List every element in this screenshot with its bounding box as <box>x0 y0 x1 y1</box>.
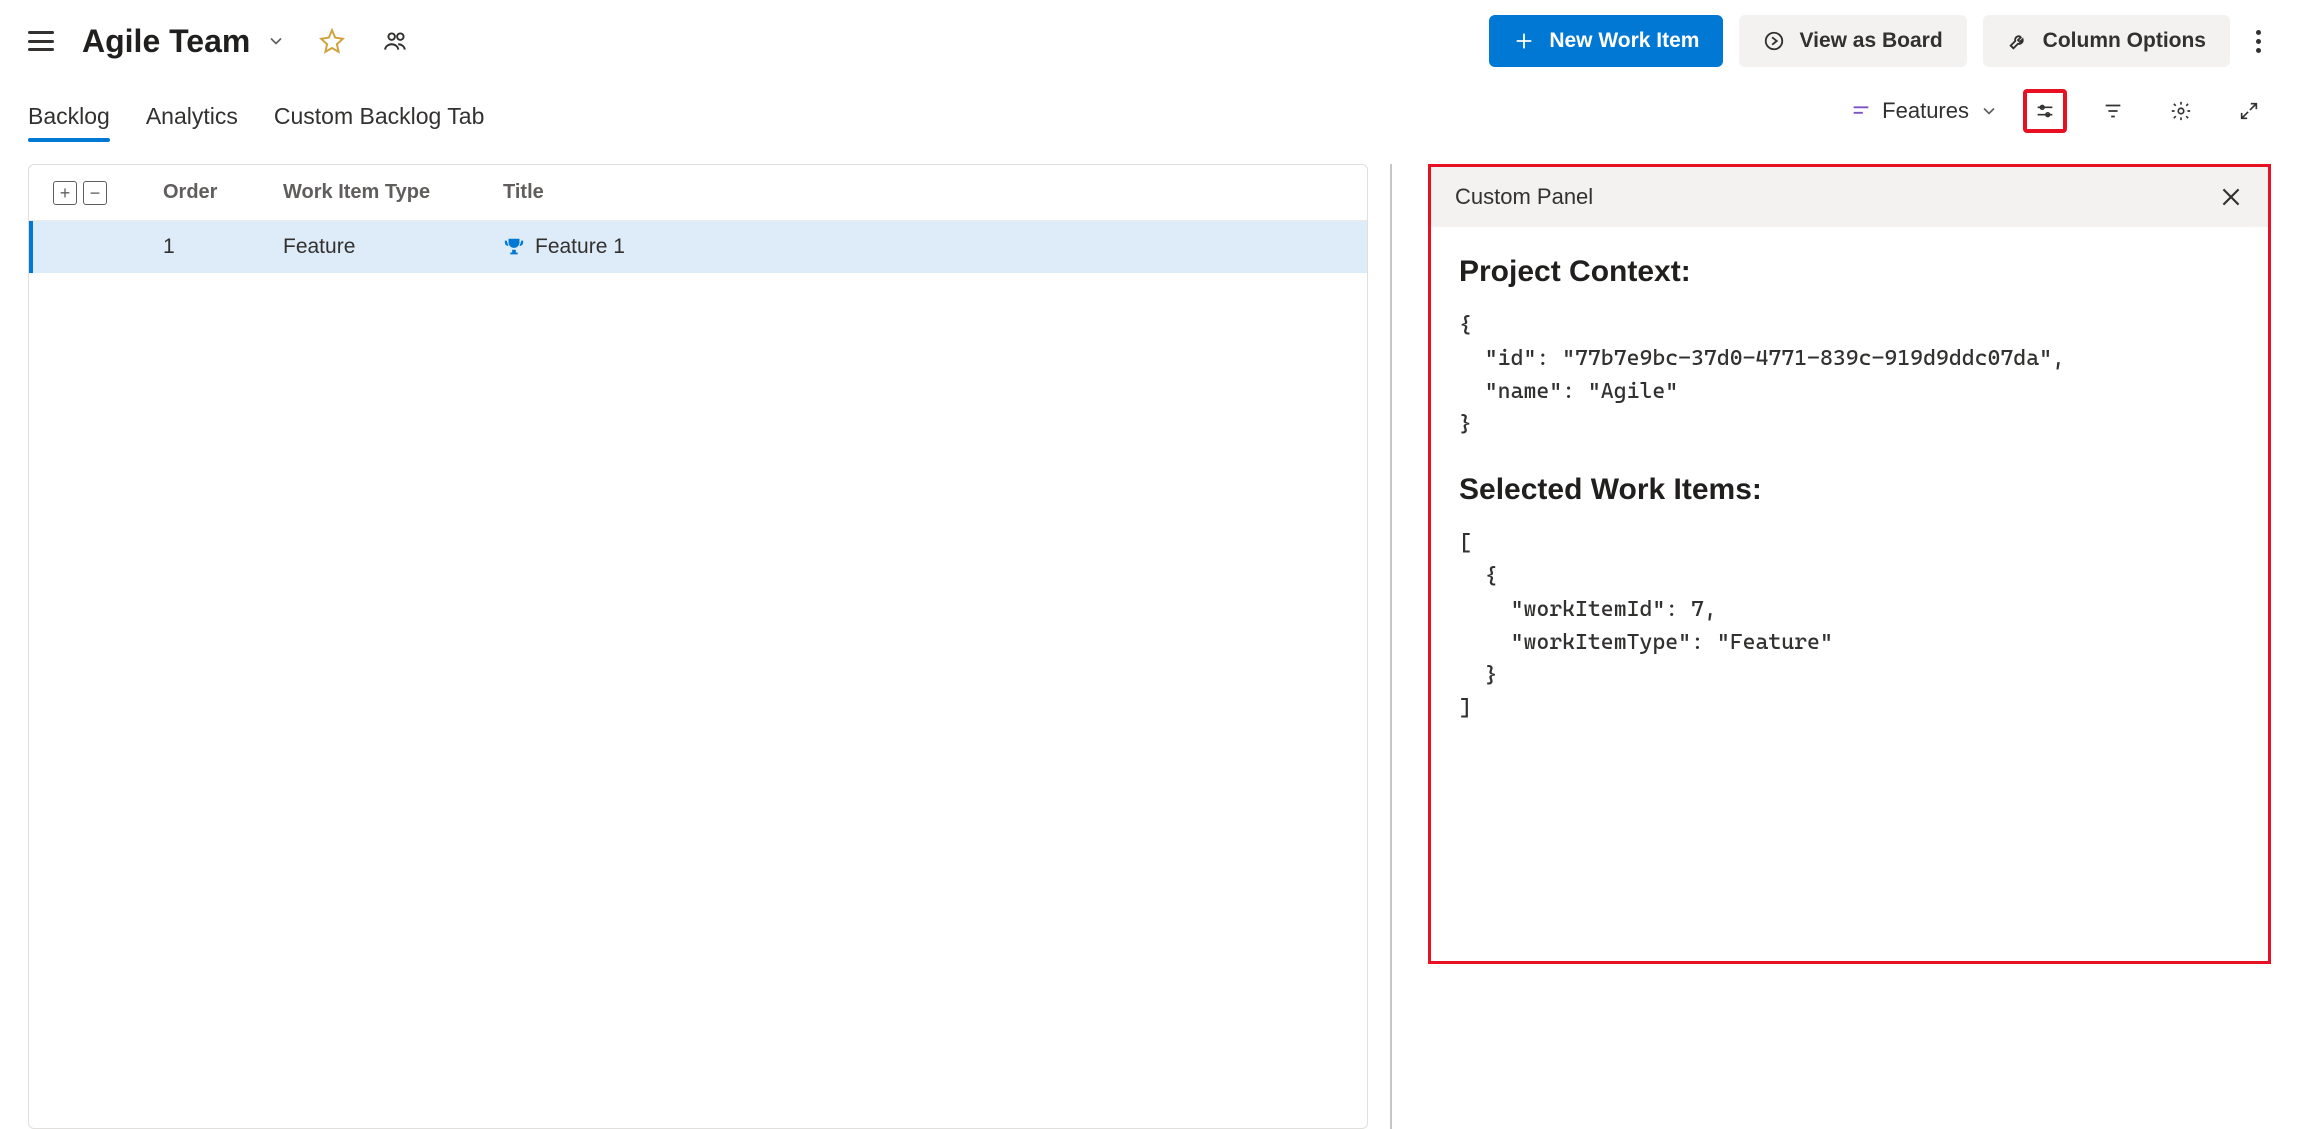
filter-icon <box>2102 100 2124 122</box>
sliders-icon <box>2034 100 2056 122</box>
hamburger-icon[interactable] <box>28 31 54 51</box>
selected-work-items-heading: Selected Work Items: <box>1459 473 2240 507</box>
expand-icon <box>2238 100 2260 122</box>
team-title: Agile Team <box>82 23 250 60</box>
project-context-json: { "id": "77b7e9bc-37d0-4771-839c-919d9dd… <box>1459 309 2240 441</box>
filter-button[interactable] <box>2091 89 2135 133</box>
view-controls: Features <box>1850 89 2271 133</box>
header-left: Agile Team <box>28 23 414 60</box>
column-header-title[interactable]: Title <box>503 181 1343 204</box>
backlog-header-row: + − Order Work Item Type Title <box>29 165 1367 221</box>
table-row[interactable]: 1 Feature Feature 1 <box>29 221 1367 273</box>
custom-panel: Custom Panel Project Context: { "id": "7… <box>1428 164 2271 964</box>
team-icon-button[interactable] <box>378 23 414 59</box>
column-header-order[interactable]: Order <box>163 181 283 204</box>
tab-backlog[interactable]: Backlog <box>28 103 110 140</box>
view-as-board-button[interactable]: View as Board <box>1739 15 1966 67</box>
column-options-button[interactable]: Column Options <box>1983 15 2230 67</box>
team-selector[interactable]: Agile Team <box>82 23 286 60</box>
new-work-item-label: New Work Item <box>1549 29 1699 53</box>
plus-icon <box>1513 30 1535 52</box>
custom-panel-header: Custom Panel <box>1431 167 2268 227</box>
star-icon <box>319 28 345 54</box>
row-type: Feature <box>283 235 503 259</box>
collapse-all-button[interactable]: − <box>83 181 107 205</box>
tab-analytics[interactable]: Analytics <box>146 103 238 140</box>
row-title: Feature 1 <box>535 235 625 259</box>
custom-panel-body: Project Context: { "id": "77b7e9bc-37d0-… <box>1431 227 2268 785</box>
settings-button[interactable] <box>2159 89 2203 133</box>
side-panel-container: Custom Panel Project Context: { "id": "7… <box>1428 164 2271 1129</box>
chevron-down-icon <box>266 31 286 51</box>
tabs: Backlog Analytics Custom Backlog Tab <box>28 82 484 140</box>
panel-divider[interactable] <box>1390 164 1392 1129</box>
backlog-level-label: Features <box>1882 98 1969 124</box>
favorite-button[interactable] <box>314 23 350 59</box>
main-area: + − Order Work Item Type Title 1 Feature… <box>0 140 2299 1129</box>
header-right: New Work Item View as Board Column Optio… <box>1489 15 2271 67</box>
new-work-item-button[interactable]: New Work Item <box>1489 15 1723 67</box>
view-as-board-label: View as Board <box>1799 29 1942 53</box>
close-icon[interactable] <box>2218 184 2244 210</box>
level-bars-icon <box>1850 100 1872 122</box>
wrench-icon <box>2007 30 2029 52</box>
column-header-type[interactable]: Work Item Type <box>283 181 503 204</box>
row-order: 1 <box>163 235 283 259</box>
fullscreen-button[interactable] <box>2227 89 2271 133</box>
expand-collapse-group: + − <box>53 181 163 205</box>
people-icon <box>383 28 409 54</box>
more-actions-button[interactable] <box>2246 30 2271 53</box>
trophy-icon <box>503 236 525 258</box>
backlog-grid: + − Order Work Item Type Title 1 Feature… <box>28 164 1368 1129</box>
selected-work-items-json: [ { "workItemId": 7, "workItemType": "Fe… <box>1459 527 2240 725</box>
gear-icon <box>2170 100 2192 122</box>
column-options-label: Column Options <box>2043 29 2206 53</box>
tab-custom-backlog[interactable]: Custom Backlog Tab <box>274 103 485 140</box>
project-context-heading: Project Context: <box>1459 255 2240 289</box>
expand-all-button[interactable]: + <box>53 181 77 205</box>
custom-panel-title: Custom Panel <box>1455 184 1593 210</box>
custom-panel-toggle[interactable] <box>2023 89 2067 133</box>
row-title-cell[interactable]: Feature 1 <box>503 235 1343 259</box>
chevron-down-icon <box>1979 101 1999 121</box>
arrow-circle-icon <box>1763 30 1785 52</box>
tab-row: Backlog Analytics Custom Backlog Tab Fea… <box>0 82 2299 140</box>
backlog-level-selector[interactable]: Features <box>1850 98 1999 124</box>
page-header: Agile Team New Work Item View as Board C… <box>0 0 2299 82</box>
